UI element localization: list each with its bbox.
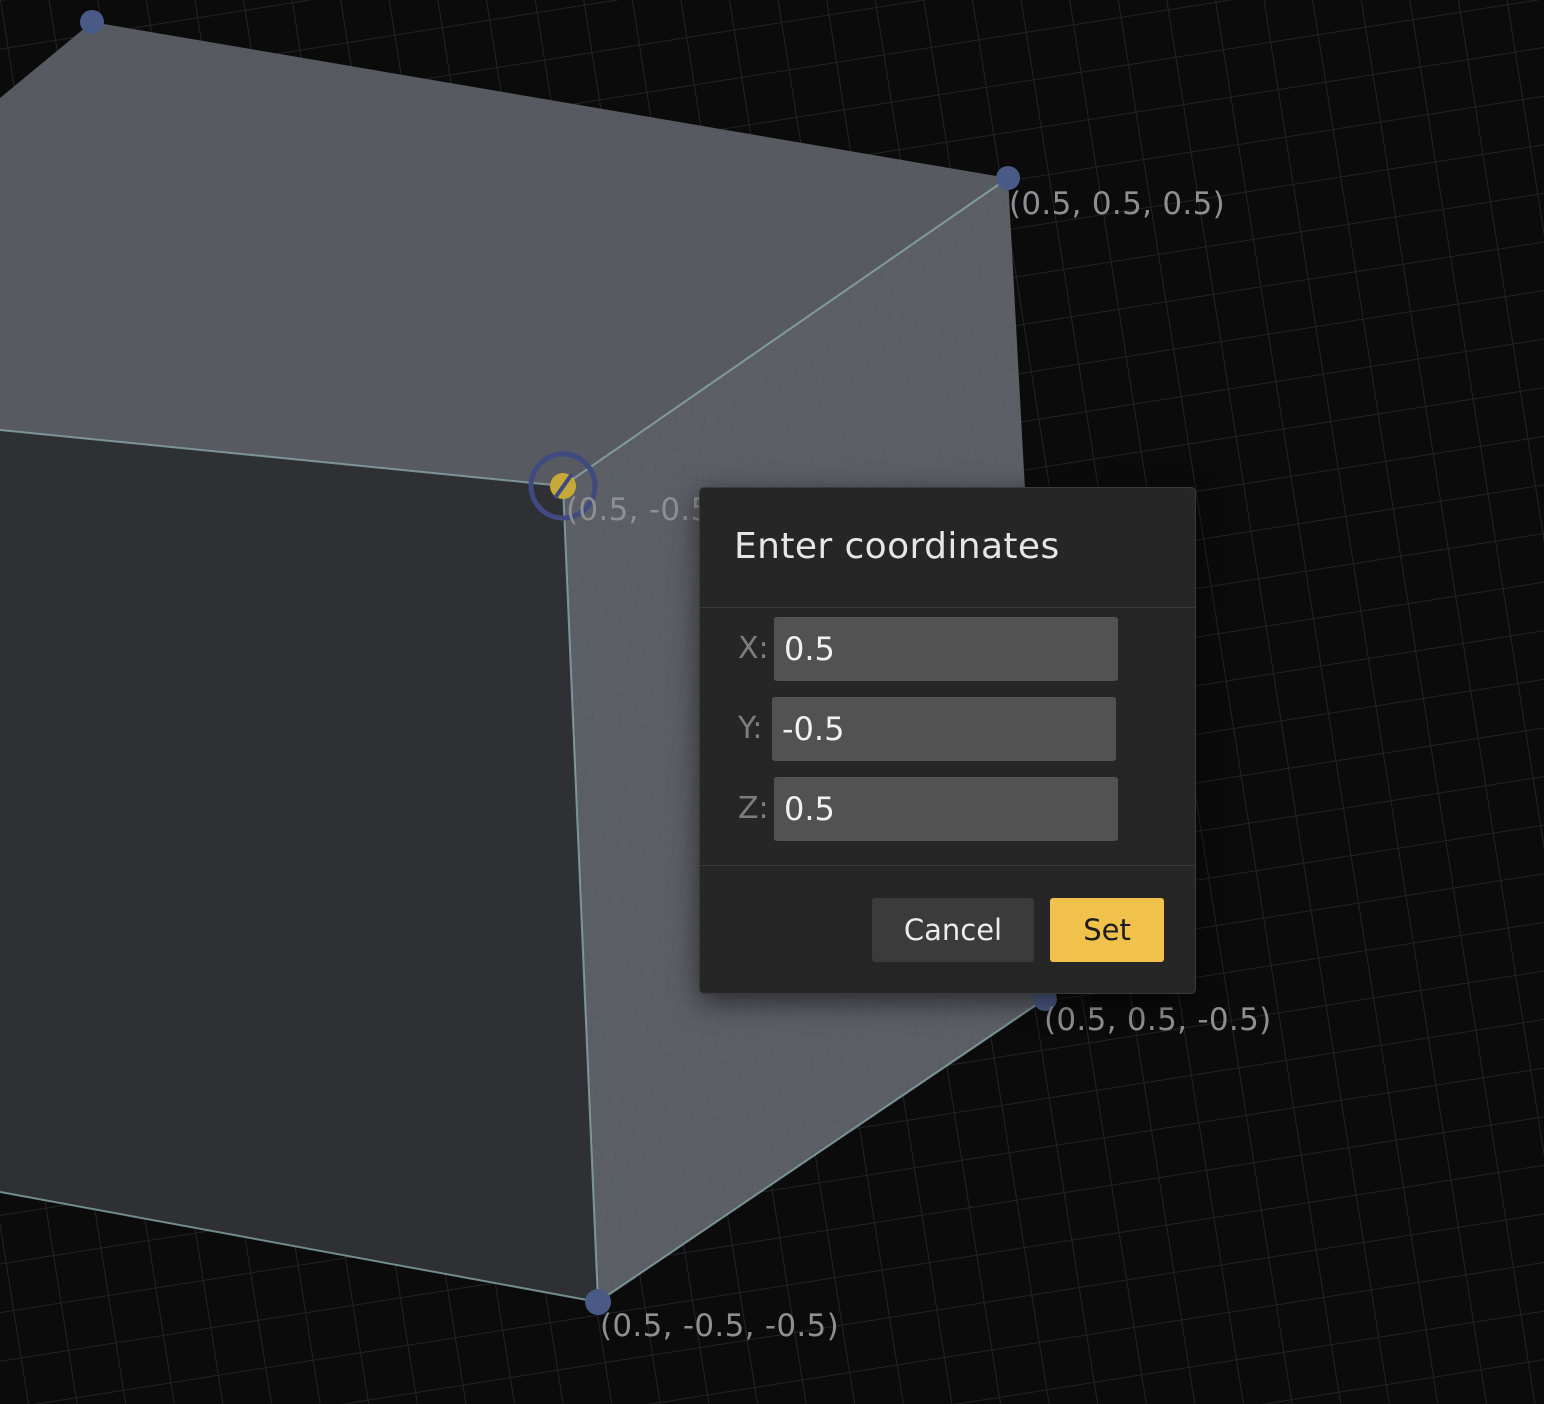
3d-viewport[interactable]: (0.5, 0.5, 0.5) (0.5, -0.5 (0.5, 0.5, -0… [0, 0, 1544, 1404]
set-button[interactable]: Set [1050, 898, 1164, 962]
vertex-coordinate-label: (0.5, -0.5, -0.5) [600, 1308, 839, 1344]
vertex-coordinate-label: (0.5, 0.5, 0.5) [1009, 186, 1226, 222]
cancel-button[interactable]: Cancel [872, 898, 1034, 962]
vertex-handle[interactable] [80, 10, 104, 34]
dialog-divider [700, 607, 1195, 608]
y-label: Y: [738, 711, 763, 746]
dialog-divider [700, 865, 1195, 866]
coordinates-dialog: Enter coordinates X: Y: Z: Cancel Set [699, 487, 1196, 994]
x-label: X: [738, 631, 769, 666]
dialog-title: Enter coordinates [734, 526, 1060, 567]
z-coordinate-input[interactable] [774, 777, 1118, 841]
y-coordinate-input[interactable] [772, 697, 1116, 761]
vertex-coordinate-label: (0.5, -0.5 [566, 492, 711, 528]
vertex-coordinate-label: (0.5, 0.5, -0.5) [1044, 1002, 1272, 1038]
z-label: Z: [738, 791, 769, 826]
x-coordinate-input[interactable] [774, 617, 1118, 681]
cube-face-front [0, 430, 598, 1302]
